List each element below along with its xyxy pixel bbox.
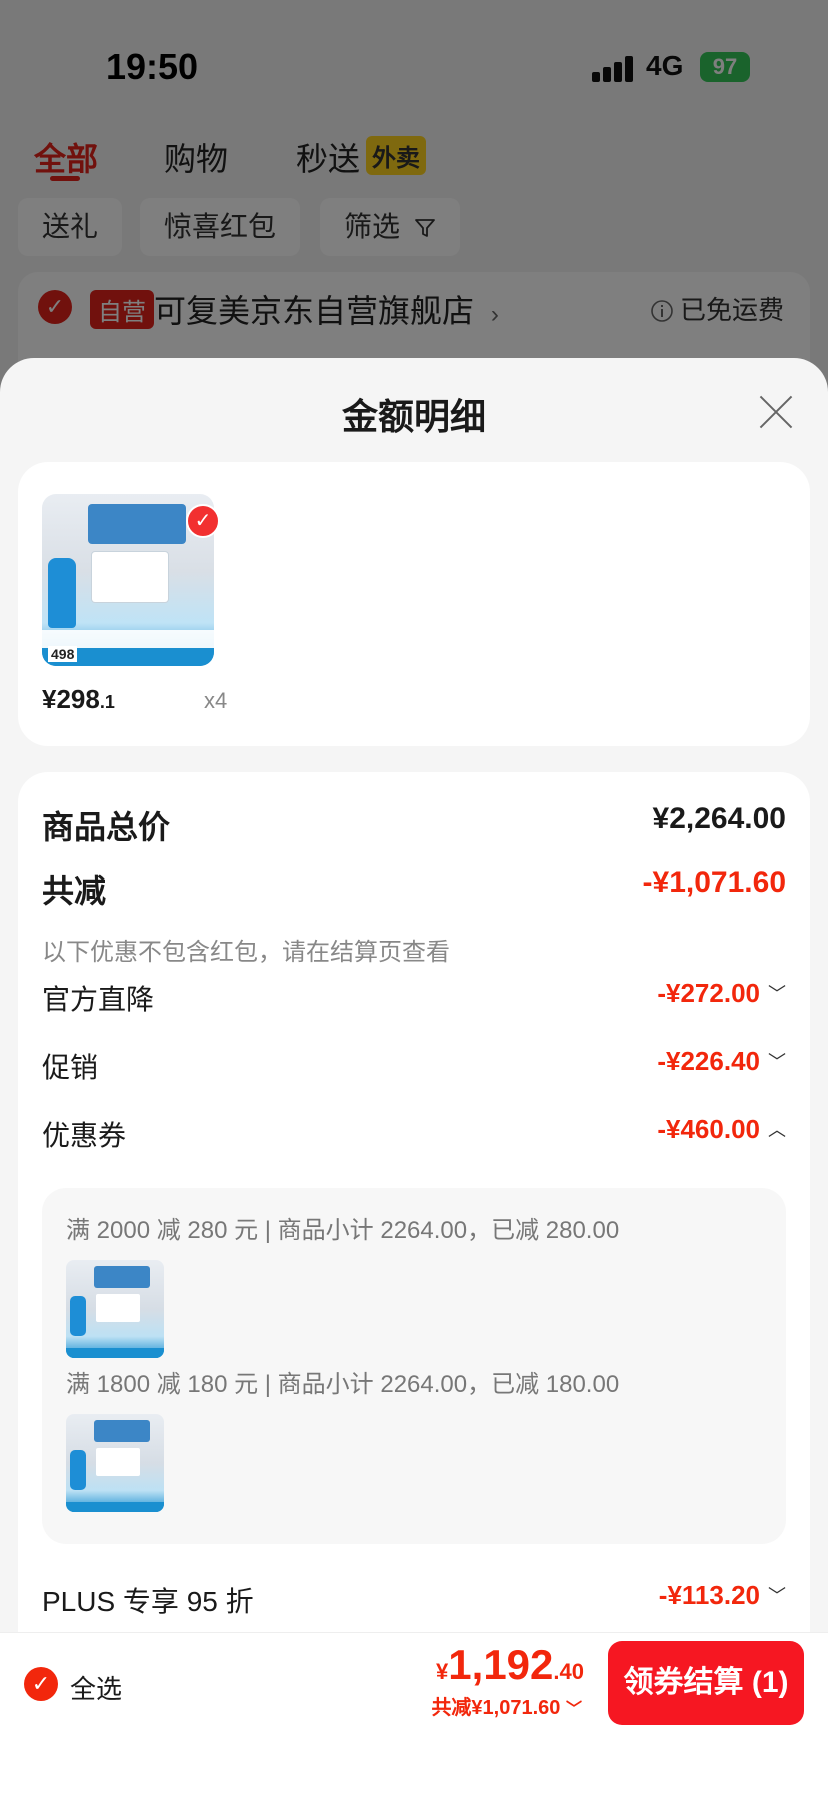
select-all-label[interactable]: 全选	[70, 1669, 122, 1706]
items-card: 498 ✓ ¥298.1 x4	[18, 462, 810, 746]
checkout-bar: ✓ 全选 ¥1,192.40 共减¥1,071.60 ﹀ 领券结算 (1)	[0, 1632, 828, 1732]
official-discount-label: 官方直降	[42, 984, 155, 1015]
saved-amount-label: 共减¥1,071.60	[431, 1697, 561, 1719]
plus-discount-value: -¥113.20	[658, 1580, 760, 1610]
discount-value: -¥1,071.60	[642, 866, 786, 899]
discount-hint: 以下优惠不包含红包，请在结算页查看	[42, 939, 450, 966]
close-icon[interactable]	[756, 392, 796, 432]
discount-label: 共减	[42, 873, 107, 909]
coupon-product-thumbnail	[66, 1260, 164, 1358]
official-discount-row[interactable]: 官方直降 -¥272.00 ﹀	[42, 978, 786, 1022]
item-quantity: x4	[204, 688, 228, 713]
amount-detail-sheet: 金额明细 498 ✓ ¥298.1 x4 商品总价 ¥2,264.00 共减 -…	[0, 358, 828, 1801]
checkout-button[interactable]: 领券结算 (1)	[608, 1641, 804, 1725]
coupon-label: 优惠券	[42, 1120, 127, 1151]
total-decimal: .40	[553, 1659, 584, 1684]
promotion-label: 促销	[42, 1052, 99, 1083]
home-indicator-area	[0, 1732, 828, 1801]
promotion-value: -¥226.40	[657, 1046, 760, 1076]
item-checked-icon[interactable]: ✓	[186, 504, 220, 538]
total-price: ¥1,192.40	[436, 1641, 584, 1689]
saved-amount[interactable]: 共减¥1,071.60 ﹀	[431, 1691, 582, 1720]
coupon-row[interactable]: 优惠券 -¥460.00 ︿	[42, 1114, 786, 1158]
thumbnail-price: 498	[48, 646, 78, 662]
total-integer: 1,192	[448, 1641, 554, 1688]
item-price-main: ¥298	[42, 684, 100, 714]
coupon-detail-box: 满 2000 减 280 元 | 商品小计 2264.00，已减 280.00 …	[42, 1188, 786, 1544]
coupon-value: -¥460.00	[657, 1114, 760, 1144]
item-price-decimal: .1	[99, 692, 115, 712]
official-discount-value: -¥272.00	[657, 978, 760, 1008]
coupon-detail-1: 满 2000 减 280 元 | 商品小计 2264.00，已减 280.00	[66, 1217, 620, 1244]
total-label: 商品总价	[42, 809, 171, 845]
chevron-down-icon: ﹀	[565, 1701, 582, 1718]
item-price: ¥298.1	[42, 684, 115, 715]
chevron-down-icon: ﹀	[768, 1586, 786, 1606]
plus-discount-row[interactable]: PLUS 专享 95 折 -¥113.20 ﹀	[42, 1580, 786, 1624]
total-currency: ¥	[436, 1659, 449, 1684]
discount-row: 共减 -¥1,071.60	[42, 866, 786, 910]
coupon-product-thumbnail	[66, 1414, 164, 1512]
chevron-up-icon: ︿	[768, 1120, 786, 1140]
sheet-title: 金额明细	[341, 396, 486, 437]
total-value: ¥2,264.00	[652, 802, 786, 835]
promotion-row[interactable]: 促销 -¥226.40 ﹀	[42, 1046, 786, 1090]
chevron-down-icon: ﹀	[768, 1052, 786, 1072]
total-row: 商品总价 ¥2,264.00	[42, 802, 786, 846]
plus-discount-label: PLUS 专享 95 折	[42, 1586, 254, 1617]
coupon-detail-2: 满 1800 减 180 元 | 商品小计 2264.00，已减 180.00	[66, 1371, 620, 1398]
select-all-checkbox-icon[interactable]: ✓	[24, 1667, 58, 1701]
chevron-down-icon: ﹀	[768, 984, 786, 1004]
